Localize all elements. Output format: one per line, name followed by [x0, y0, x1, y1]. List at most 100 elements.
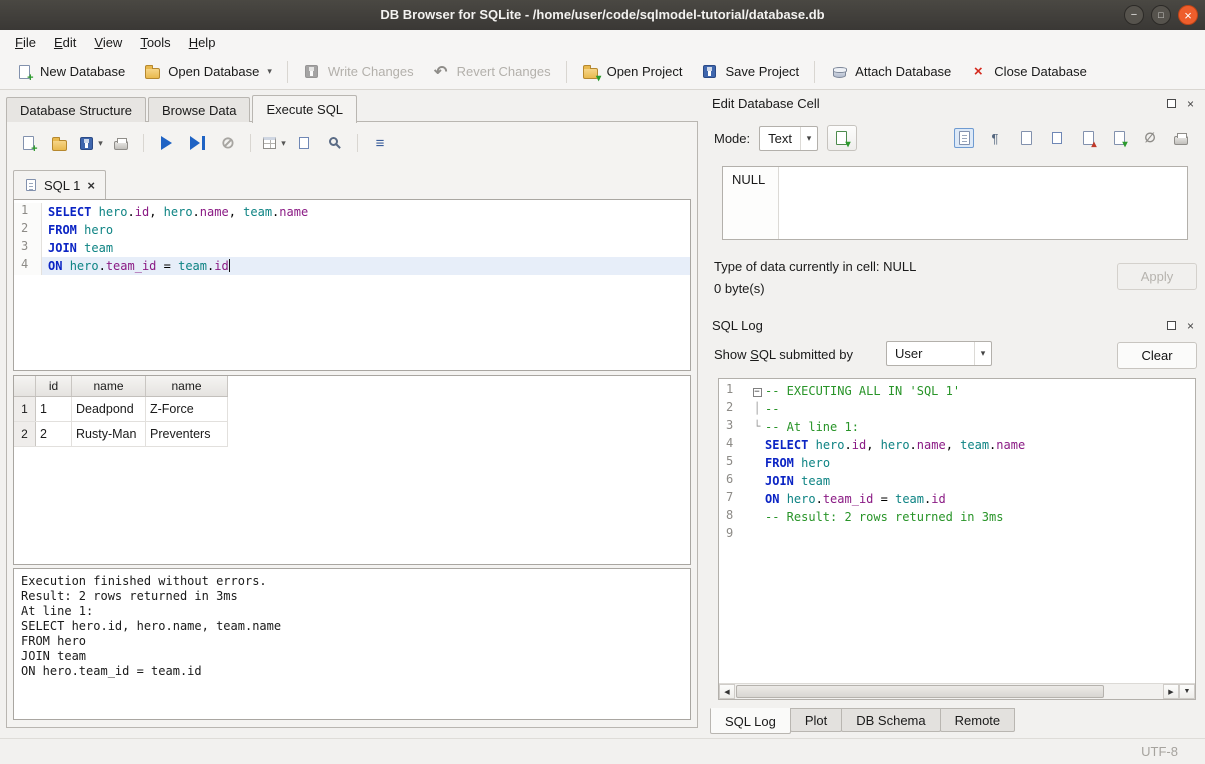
float-dock-button[interactable] — [1165, 97, 1178, 110]
close-button[interactable]: × — [1178, 5, 1198, 25]
execute-sql-panel: ▾ ⊘ ▾ ≡ SQL 1 × 1 SELECT hero.id, hero.n… — [6, 121, 698, 728]
close-dock-button[interactable]: × — [1184, 319, 1197, 332]
cell[interactable]: Rusty-Man — [72, 422, 146, 446]
close-dock-button[interactable]: × — [1184, 97, 1197, 110]
cell[interactable]: 2 — [36, 422, 72, 446]
find-button[interactable] — [322, 131, 348, 155]
scrollbar-track[interactable] — [735, 684, 1163, 699]
scroll-right-button[interactable]: ▶ — [1163, 684, 1179, 699]
print-cell-button[interactable] — [1171, 128, 1191, 148]
menu-view[interactable]: View — [85, 32, 131, 53]
corner-header-cell[interactable] — [14, 376, 36, 396]
open-database-button[interactable]: Open Database ▾ — [134, 58, 281, 86]
query-tab-sql1[interactable]: SQL 1 × — [13, 170, 106, 199]
tab-sql-log[interactable]: SQL Log — [710, 708, 791, 734]
save-results-button[interactable]: ▾ — [260, 131, 286, 155]
wrap-lines-button[interactable]: ¶ — [985, 128, 1005, 148]
scroll-right-icon: ▶ — [1168, 688, 1173, 696]
attach-database-button[interactable]: Attach Database — [821, 58, 960, 86]
open-project-button[interactable]: Open Project — [573, 58, 692, 86]
dock-tab-bar: SQL Log Plot DB Schema Remote — [710, 708, 1014, 734]
import-cell-button[interactable] — [1109, 128, 1129, 148]
copy-results-button[interactable] — [291, 131, 317, 155]
row-number[interactable]: 2 — [14, 422, 36, 446]
tab-db-schema[interactable]: DB Schema — [841, 708, 940, 732]
menu-edit[interactable]: Edit — [45, 32, 85, 53]
tab-remote[interactable]: Remote — [940, 708, 1016, 732]
cell[interactable]: Deadpond — [72, 397, 146, 421]
encoding-indicator[interactable]: UTF-8 — [1141, 744, 1178, 759]
menu-file[interactable]: File — [6, 32, 45, 53]
scroll-left-button[interactable]: ◀ — [719, 684, 735, 699]
cell-size-info: 0 byte(s) — [714, 281, 765, 296]
editor-code-line[interactable]: SELECT hero.id, hero.name, team.name — [42, 203, 690, 221]
menu-tools[interactable]: Tools — [131, 32, 179, 53]
save-sql-file-icon — [77, 134, 95, 152]
scroll-down-button[interactable]: ▼ — [1179, 684, 1195, 699]
write-changes-button[interactable]: Write Changes — [294, 58, 423, 86]
tab-plot[interactable]: Plot — [790, 708, 842, 732]
main-toolbar: New Database Open Database ▾ Write Chang… — [0, 54, 1205, 90]
print-button[interactable] — [108, 131, 134, 155]
tab-database-structure[interactable]: Database Structure — [6, 97, 146, 122]
column-header-name[interactable]: name — [72, 376, 146, 396]
scrollbar-thumb[interactable] — [736, 685, 1104, 698]
sql-log-view[interactable]: 1 − -- EXECUTING ALL IN 'SQL 1' 2 │ -- 3… — [718, 378, 1196, 700]
clear-log-button[interactable]: Clear — [1117, 342, 1197, 369]
cell[interactable]: Z-Force — [146, 397, 228, 421]
mode-select[interactable]: Text ▾ — [759, 126, 818, 151]
column-header-id[interactable]: id — [36, 376, 72, 396]
sql-token — [62, 259, 69, 273]
new-database-button[interactable]: New Database — [6, 58, 134, 86]
close-tab-icon[interactable]: × — [87, 178, 95, 193]
format-sql-button[interactable]: ≡ — [367, 131, 393, 155]
line-number: 2 — [14, 221, 42, 239]
sql-token: = — [156, 259, 178, 273]
cell[interactable]: Preventers — [146, 422, 228, 446]
stop-button[interactable]: ⊘ — [215, 131, 241, 155]
table-row: 2 2 Rusty-Man Preventers — [14, 422, 228, 447]
tab-execute-sql[interactable]: Execute SQL — [252, 95, 357, 123]
import-file-button[interactable] — [827, 125, 857, 151]
column-header-name[interactable]: name — [146, 376, 228, 396]
minimize-button[interactable]: − — [1124, 5, 1144, 25]
cell-editor-area[interactable] — [779, 167, 1187, 239]
tab-browse-data[interactable]: Browse Data — [148, 97, 250, 122]
cell[interactable]: 1 — [36, 397, 72, 421]
open-sql-file-button[interactable] — [46, 131, 72, 155]
sql-token: JOIN — [48, 241, 77, 255]
execution-messages[interactable]: Execution finished without errors. Resul… — [13, 568, 691, 720]
submitter-select[interactable]: User ▾ — [886, 341, 992, 366]
revert-changes-button[interactable]: ↶ Revert Changes — [423, 58, 560, 86]
editor-code-line[interactable]: ON hero.team_id = team.id — [42, 257, 690, 275]
cell-editor[interactable]: NULL — [722, 166, 1188, 240]
log-line: 3 └ -- At line 1: — [719, 418, 1195, 436]
execute-all-button[interactable] — [153, 131, 179, 155]
editor-code-line[interactable]: FROM hero — [42, 221, 690, 239]
save-sql-file-button[interactable]: ▾ — [77, 131, 103, 155]
menu-help[interactable]: Help — [180, 32, 225, 53]
log-line: 6 JOIN team — [719, 472, 1195, 490]
new-tab-button[interactable] — [15, 131, 41, 155]
sql-token: name — [917, 438, 946, 452]
menu-bar: File Edit View Tools Help — [0, 30, 1205, 54]
close-database-button[interactable]: × Close Database — [960, 58, 1096, 86]
row-number[interactable]: 1 — [14, 397, 36, 421]
text-mode-button[interactable] — [954, 128, 974, 148]
open-sql-file-icon — [50, 134, 68, 152]
sql-editor[interactable]: 1 SELECT hero.id, hero.name, team.name 2… — [13, 199, 691, 371]
maximize-button[interactable]: □ — [1151, 5, 1171, 25]
execute-line-button[interactable] — [184, 131, 210, 155]
copy-cell-button[interactable] — [1047, 128, 1067, 148]
results-header-row: id name name — [14, 376, 228, 397]
editor-code-line[interactable]: JOIN team — [42, 239, 690, 257]
sql-token — [91, 205, 98, 219]
export-cell-button[interactable] — [1078, 128, 1098, 148]
save-project-button[interactable]: Save Project — [691, 58, 808, 86]
fold-toggle-icon[interactable]: − — [749, 382, 765, 400]
apply-button[interactable]: Apply — [1117, 263, 1197, 290]
float-dock-button[interactable] — [1165, 319, 1178, 332]
set-null-button[interactable]: ∅ — [1140, 128, 1160, 148]
sql-token: SELECT — [48, 205, 91, 219]
open-external-button[interactable] — [1016, 128, 1036, 148]
